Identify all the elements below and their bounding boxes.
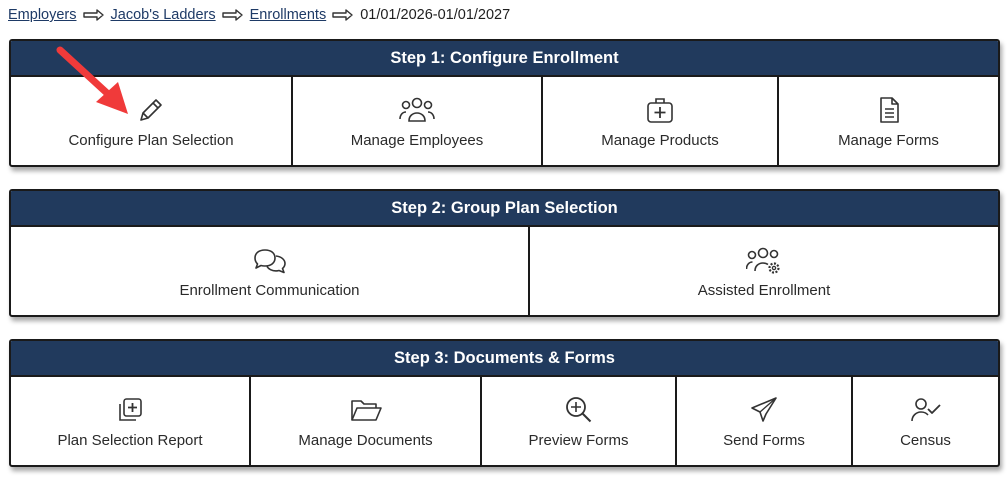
tile-label: Plan Selection Report [57, 431, 203, 449]
breadcrumb-link-employers[interactable]: Employers [8, 7, 77, 23]
breadcrumb-current: 01/01/2026-01/01/2027 [360, 7, 511, 23]
configure-plan-selection-tile[interactable]: Configure Plan Selection [11, 77, 293, 165]
step3-title: Step 3: Documents & Forms [11, 341, 998, 377]
manage-employees-tile[interactable]: Manage Employees [293, 77, 543, 165]
plan-selection-report-tile[interactable]: Plan Selection Report [11, 377, 251, 465]
send-forms-tile[interactable]: Send Forms [677, 377, 853, 465]
arrow-right-icon [82, 9, 105, 21]
add-copy-icon [115, 394, 145, 426]
preview-forms-tile[interactable]: Preview Forms [482, 377, 677, 465]
manage-forms-tile[interactable]: Manage Forms [779, 77, 998, 165]
folder-open-icon [349, 394, 383, 426]
tile-label: Manage Employees [350, 131, 484, 149]
breadcrumb: Employers Jacob's Ladders Enrollments 01… [8, 7, 510, 23]
tile-label: Send Forms [723, 431, 805, 449]
step2-panel: Step 2: Group Plan Selection Enrollment … [9, 189, 1000, 317]
pencil-icon [136, 94, 166, 126]
people-gear-icon [746, 244, 782, 276]
tile-label: Manage Products [601, 131, 719, 149]
tile-label: Manage Documents [298, 431, 433, 449]
zoom-in-icon [564, 394, 594, 426]
step1-title: Step 1: Configure Enrollment [11, 41, 998, 77]
tile-label: Assisted Enrollment [697, 281, 831, 299]
census-tile[interactable]: Census [853, 377, 998, 465]
people-group-icon [399, 94, 435, 126]
enrollment-communication-tile[interactable]: Enrollment Communication [11, 227, 530, 315]
breadcrumb-link-enrollments[interactable]: Enrollments [250, 7, 327, 23]
document-icon [874, 94, 904, 126]
step3-panel: Step 3: Documents & Forms Plan Selection… [9, 339, 1000, 467]
chat-bubbles-icon [252, 244, 288, 276]
tile-label: Enrollment Communication [179, 281, 360, 299]
manage-products-tile[interactable]: Manage Products [543, 77, 779, 165]
tile-label: Census [900, 431, 951, 449]
manage-documents-tile[interactable]: Manage Documents [251, 377, 482, 465]
user-check-icon [910, 394, 942, 426]
arrow-right-icon [221, 9, 244, 21]
step2-title: Step 2: Group Plan Selection [11, 191, 998, 227]
paper-plane-icon [749, 394, 779, 426]
arrow-right-icon [332, 9, 354, 21]
tile-label: Configure Plan Selection [68, 131, 234, 149]
breadcrumb-link-jacobs-ladders[interactable]: Jacob's Ladders [111, 7, 216, 23]
tile-label: Manage Forms [838, 131, 939, 149]
assisted-enrollment-tile[interactable]: Assisted Enrollment [530, 227, 998, 315]
tile-label: Preview Forms [528, 431, 629, 449]
medical-kit-icon [645, 94, 675, 126]
step1-panel: Step 1: Configure Enrollment Configure P… [9, 39, 1000, 167]
